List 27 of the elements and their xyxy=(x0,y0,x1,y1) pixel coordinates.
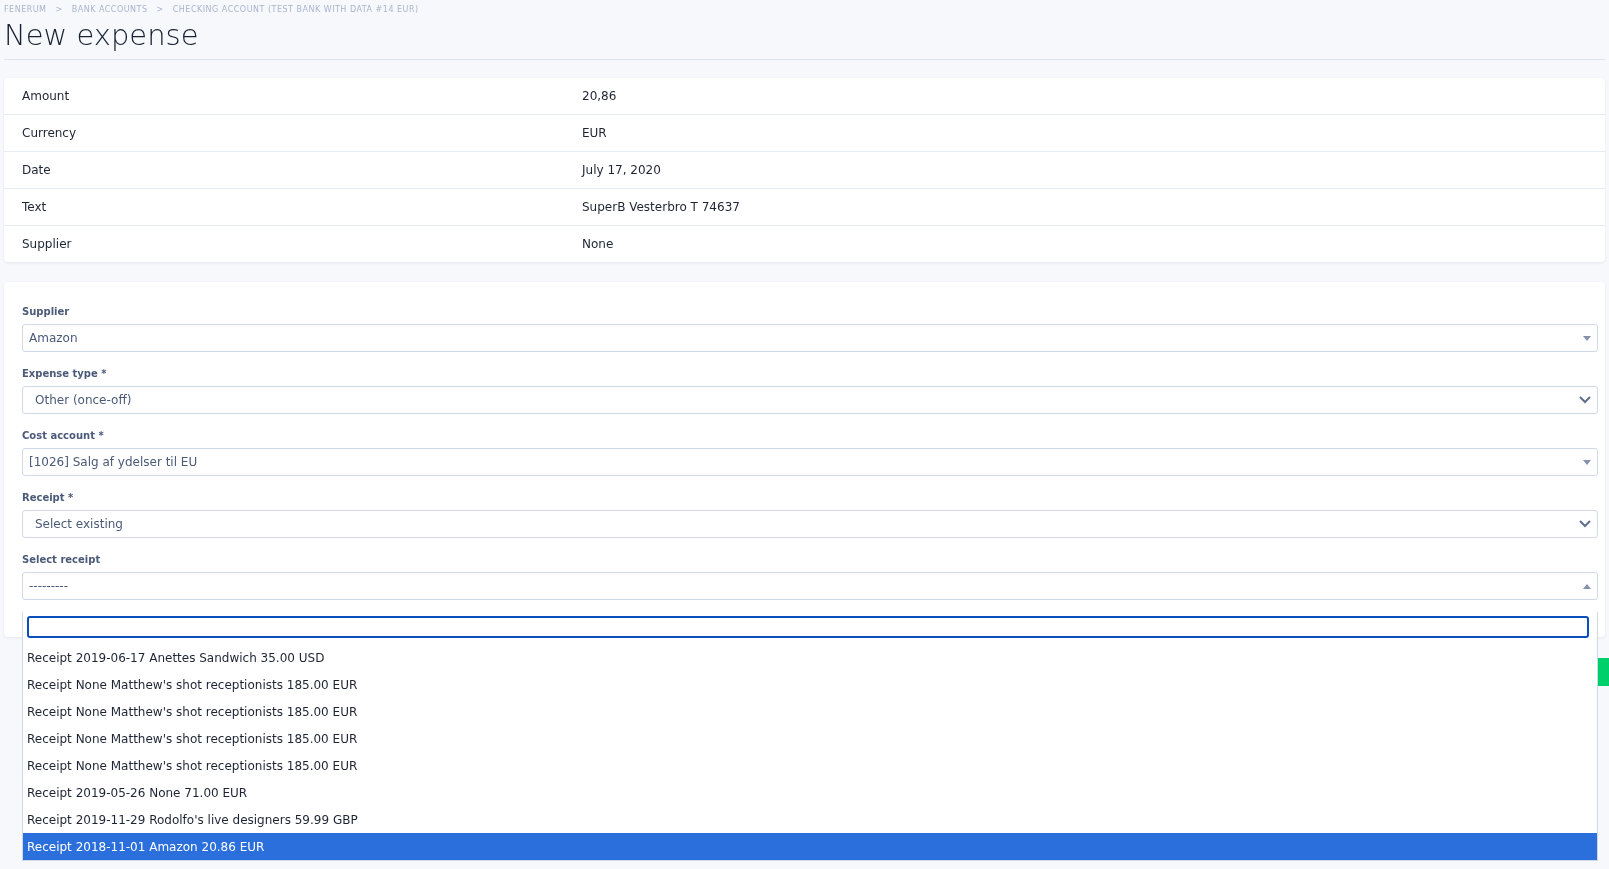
detail-label: Text xyxy=(22,200,48,214)
detail-value: 20,86 xyxy=(582,89,618,103)
page-title: New expense xyxy=(4,17,200,53)
select-field[interactable]: [1026] Salg af ydelser til EU xyxy=(22,448,1598,476)
field-label: Supplier xyxy=(22,306,71,317)
field-label: Cost account * xyxy=(22,430,105,441)
dropdown-option[interactable]: Receipt 2018-11-01 Amazon 20.86 EUR xyxy=(23,833,1597,860)
select-field[interactable]: Amazon xyxy=(22,324,1598,352)
breadcrumb-separator: > xyxy=(156,5,164,14)
search-input[interactable] xyxy=(27,616,1589,638)
detail-label: Currency xyxy=(22,126,78,140)
select-field[interactable]: --------- xyxy=(22,572,1598,600)
select-field[interactable]: Other (once-off) xyxy=(22,386,1598,414)
field-label: Select receipt xyxy=(22,554,102,565)
detail-value: None xyxy=(582,237,615,251)
detail-value: SuperB Vesterbro T 74637 xyxy=(582,200,741,214)
detail-label: Date xyxy=(22,163,52,177)
field-label: Receipt * xyxy=(22,492,75,503)
select-field[interactable]: Select existing xyxy=(22,510,1598,538)
detail-value: EUR xyxy=(582,126,608,140)
detail-label: Amount xyxy=(22,89,71,103)
chevron-down-icon xyxy=(1579,520,1591,528)
breadcrumb-separator: > xyxy=(55,5,63,14)
detail-label: Supplier xyxy=(22,237,73,251)
chevron-down-icon xyxy=(1579,396,1591,404)
detail-value: July 17, 2020 xyxy=(582,163,662,177)
field-label: Expense type * xyxy=(22,368,108,379)
